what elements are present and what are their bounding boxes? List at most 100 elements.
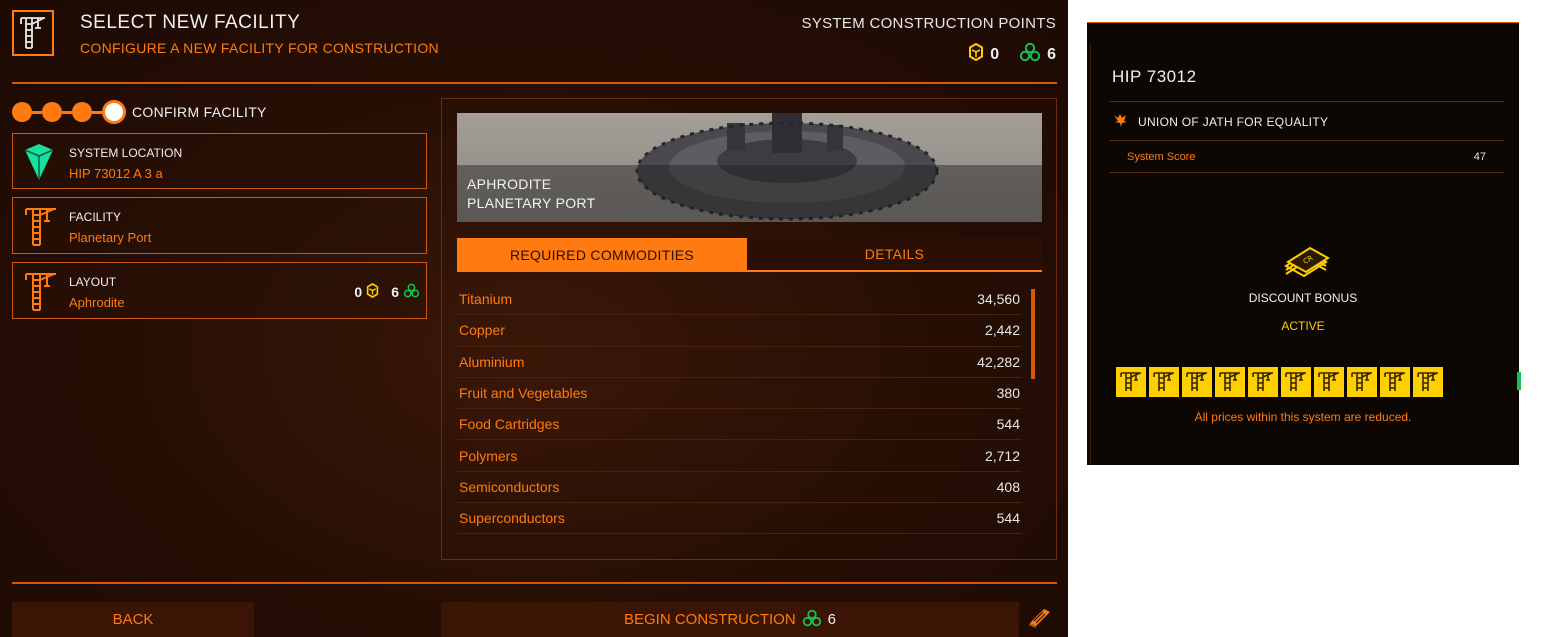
back-button[interactable]: BACK [12, 602, 254, 637]
tier-badge-crane-icon [1314, 367, 1344, 397]
system-score-label: System Score [1127, 151, 1196, 163]
divider [1109, 172, 1504, 173]
tier2-points-icon [968, 42, 984, 66]
commodity-quantity: 34,560 [977, 291, 1020, 308]
commodity-quantity: 2,712 [984, 447, 1020, 464]
discount-note: All prices within this system are reduce… [1194, 410, 1412, 424]
commodity-name: Superconductors [459, 510, 565, 527]
commodity-name: Food Cartridges [459, 416, 560, 433]
active-step-label: CONFIRM FACILITY [132, 104, 267, 120]
facility-layout-name: APHRODITE [467, 176, 552, 192]
step-connector [32, 110, 42, 114]
construction-crane-icon [23, 271, 59, 318]
layout-card[interactable]: LAYOUT Aphrodite 0 6 [12, 262, 427, 319]
faction-eagle-icon [1112, 112, 1128, 131]
list-item[interactable]: Polymers 2,712 [457, 440, 1022, 472]
step-4-active [102, 100, 126, 124]
step-1 [12, 102, 32, 122]
edge-marker [1517, 372, 1521, 390]
list-item[interactable]: Semiconductors 408 [457, 472, 1022, 504]
page-subtitle: CONFIGURE A NEW FACILITY FOR CONSTRUCTIO… [80, 40, 439, 56]
footer-divider [12, 582, 1057, 584]
tier-badge-crane-icon [1248, 367, 1278, 397]
commodity-name: Copper [459, 322, 505, 339]
facility-value: Planetary Port [69, 230, 152, 245]
tier-badge-crane-icon [1215, 367, 1245, 397]
facility-preview-image: APHRODITE PLANETARY PORT [457, 113, 1042, 222]
system-score-value: 47 [1473, 151, 1486, 163]
commodity-quantity: 42,282 [977, 353, 1020, 370]
discount-bonus-label: DISCOUNT BONUS [1248, 291, 1358, 305]
commodity-name: Polymers [459, 447, 518, 464]
begin-construction-label: BEGIN CONSTRUCTION [623, 611, 796, 628]
construction-points: 0 6 [968, 42, 1056, 67]
commodities-scrollbar[interactable] [1031, 289, 1035, 379]
layout-cost: 0 6 [354, 283, 420, 301]
tier2-cost-value: 0 [354, 284, 363, 300]
list-item[interactable]: Superconductors 544 [457, 503, 1022, 535]
divider [1109, 101, 1504, 102]
commodity-name: Semiconductors [459, 478, 560, 495]
system-location-card[interactable]: SYSTEM LOCATION HIP 73012 A 3 a [12, 133, 427, 189]
tier-badge-crane-icon [1116, 367, 1146, 397]
commodity-name: Fruit and Vegetables [459, 385, 588, 402]
commodities-list: Titanium 34,560 Copper 2,442 Aluminium 42,2… [457, 284, 1022, 535]
faction-row: UNION OF JATH FOR EQUALITY [1112, 112, 1328, 131]
header-divider [12, 82, 1057, 84]
facility-type-name: PLANETARY PORT [467, 195, 596, 211]
tier-badge-crane-icon [1281, 367, 1311, 397]
tier-badge-crane-icon [1380, 367, 1410, 397]
tier3-points-icon [802, 609, 822, 631]
credits-stack-icon: CR [1282, 238, 1330, 287]
step-2 [42, 102, 62, 122]
step-3 [72, 102, 92, 122]
begin-construction-cost: 6 [827, 611, 837, 628]
tier-badge-crane-icon [1149, 367, 1179, 397]
tier-badge-crane-icon [1347, 367, 1377, 397]
step-connector [92, 110, 102, 114]
system-name: HIP 73012 [1112, 67, 1197, 86]
list-item[interactable]: Fruit and Vegetables 380 [457, 378, 1022, 410]
progress-steps: CONFIRM FACILITY [12, 100, 267, 124]
faction-name: UNION OF JATH FOR EQUALITY [1138, 114, 1329, 129]
system-score-row: System Score 47 [1127, 151, 1486, 163]
tier2-points-icon [366, 283, 379, 301]
panel-edge [1090, 43, 1091, 465]
list-item[interactable]: Copper 2,442 [457, 315, 1022, 347]
commodity-quantity: 544 [996, 510, 1020, 527]
commodity-name: Titanium [459, 291, 513, 308]
commodity-quantity: 380 [996, 385, 1020, 402]
tab-details[interactable]: DETAILS [747, 238, 1042, 272]
tier-badge-crane-icon [1182, 367, 1212, 397]
commodity-quantity: 544 [996, 416, 1020, 433]
commodity-name: Aluminium [459, 353, 525, 370]
book-icon [1027, 605, 1053, 634]
divider [1109, 140, 1504, 141]
location-value: HIP 73012 A 3 a [69, 166, 163, 181]
layout-label: LAYOUT [69, 275, 117, 289]
facility-image-caption: APHRODITE PLANETARY PORT [467, 175, 595, 213]
construction-crane-icon [23, 206, 59, 253]
facility-card[interactable]: FACILITY Planetary Port [12, 197, 427, 254]
discount-status: ACTIVE [1281, 319, 1325, 333]
page-title: SELECT NEW FACILITY [80, 12, 301, 33]
location-marker-icon [23, 142, 55, 187]
list-item[interactable]: Food Cartridges 544 [457, 409, 1022, 441]
discount-tier-badges [1116, 367, 1443, 397]
layout-value: Aphrodite [69, 295, 125, 310]
list-item[interactable]: Aluminium 42,282 [457, 347, 1022, 378]
list-item[interactable]: Titanium 34,560 [457, 284, 1022, 316]
commodity-quantity: 2,442 [984, 322, 1020, 339]
tier3-points-icon [403, 283, 420, 301]
tier2-points-value: 0 [990, 45, 1000, 63]
facility-label: FACILITY [69, 210, 122, 224]
commodity-quantity: 408 [996, 478, 1020, 495]
step-connector [62, 110, 72, 114]
tier3-cost-value: 6 [391, 284, 399, 300]
begin-construction-button[interactable]: BEGIN CONSTRUCTION 6 [441, 602, 1019, 637]
tier3-points-icon [1019, 42, 1041, 67]
location-label: SYSTEM LOCATION [69, 146, 183, 160]
tab-required-commodities[interactable]: REQUIRED COMMODITIES [457, 238, 747, 272]
codex-book-button[interactable] [1025, 604, 1055, 634]
tier-badge-crane-icon [1413, 367, 1443, 397]
